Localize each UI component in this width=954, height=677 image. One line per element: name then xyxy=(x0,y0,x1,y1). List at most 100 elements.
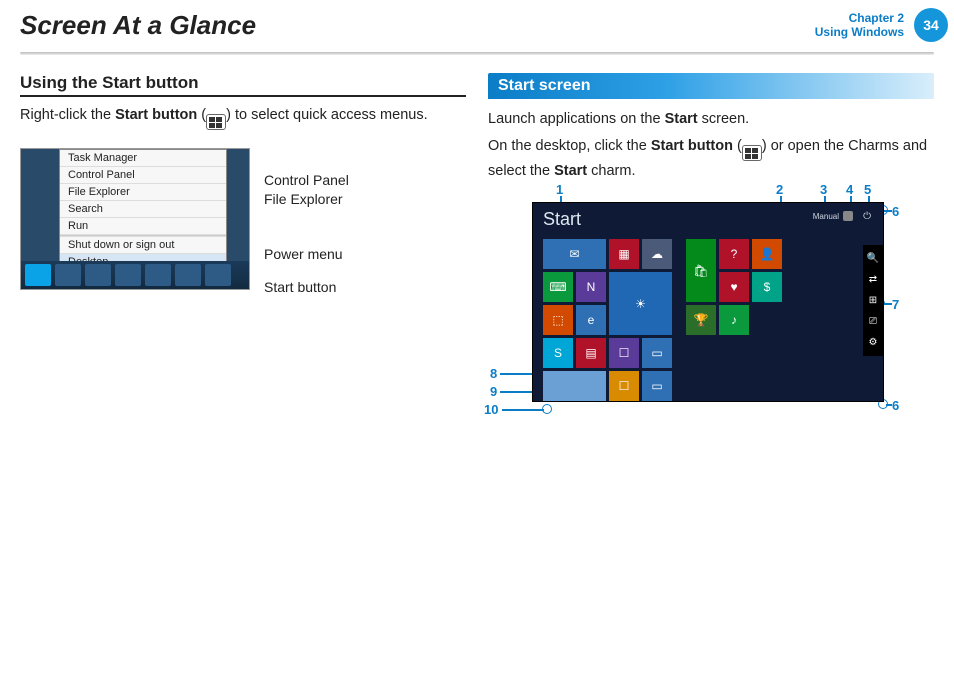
user-account: Manual xyxy=(813,211,853,221)
quick-access-screenshot: Task Manager Control Panel File Explorer… xyxy=(20,148,250,290)
taskbar-icon xyxy=(205,264,231,286)
tile-help: ? xyxy=(719,239,749,269)
tile-photo xyxy=(543,371,606,401)
callout-labels: Control Panel File Explorer Power menu S… xyxy=(264,148,349,296)
tile-weather: ☀ xyxy=(609,272,672,335)
start-screen-screenshot: Start Manual ⏻ ✉ ▦ ☁ ⌨ N ☀ xyxy=(532,202,884,402)
tile: 👤 xyxy=(752,239,782,269)
section-heading-start-screen: Start screen xyxy=(488,73,934,99)
windows-logo-icon xyxy=(206,114,226,130)
chapter-name: Using Windows xyxy=(815,25,904,39)
taskbar-icon xyxy=(175,264,201,286)
tile-group: ✉ ▦ ☁ ⌨ N ☀ ⬚ e S ▤ ☐ ▭ xyxy=(543,239,672,401)
start-charm-icon: ⊞ xyxy=(869,295,877,306)
page-number-badge: 34 xyxy=(914,8,948,42)
tile: ▭ xyxy=(642,371,672,401)
leader-line xyxy=(884,303,892,305)
taskbar-icon xyxy=(55,264,81,286)
taskbar-icon xyxy=(85,264,111,286)
menu-item: File Explorer xyxy=(60,184,226,201)
callout-number: 6 xyxy=(892,204,899,219)
tile: ▭ xyxy=(642,338,672,368)
avatar-icon xyxy=(843,211,853,221)
start-button-figure: Task Manager Control Panel File Explorer… xyxy=(20,148,466,296)
start-button-icon xyxy=(25,264,51,286)
callout-number: 5 xyxy=(864,182,871,197)
callout-number: 9 xyxy=(490,384,497,399)
start-screen-p1: Launch applications on the Start screen. xyxy=(488,109,934,130)
menu-item: Control Panel xyxy=(60,167,226,184)
leader-ring xyxy=(542,404,552,414)
text: charm. xyxy=(587,163,635,179)
tile: ♪ xyxy=(719,305,749,335)
menu-item: Shut down or sign out xyxy=(60,237,226,254)
section-heading-start-button: Using the Start button xyxy=(20,73,466,97)
tile-group: 🛍 ? 👤 ♥ $ 🏆 ♪ xyxy=(686,239,782,401)
tile-groups: ✉ ▦ ☁ ⌨ N ☀ ⬚ e S ▤ ☐ ▭ xyxy=(543,239,782,401)
callout-number: 1 xyxy=(556,182,563,197)
user-name: Manual xyxy=(813,212,839,221)
tile: 🏆 xyxy=(686,305,716,335)
right-column: Start screen Launch applications on the … xyxy=(488,73,934,432)
callout-label: Control Panel xyxy=(264,173,349,187)
manual-page: Screen At a Glance Chapter 2 Using Windo… xyxy=(0,0,954,677)
start-screen-p2: On the desktop, click the Start button (… xyxy=(488,136,934,182)
tile-skype: S xyxy=(543,338,573,368)
callout-number: 4 xyxy=(846,182,853,197)
tile: ☐ xyxy=(609,371,639,401)
taskbar-icon xyxy=(145,264,171,286)
leader-line xyxy=(502,409,544,411)
text: screen. xyxy=(698,111,750,127)
taskbar xyxy=(21,261,249,289)
tile-mail: ✉ xyxy=(543,239,606,269)
callout-number: 6 xyxy=(892,398,899,413)
tile: ♥ xyxy=(719,272,749,302)
start-screen-figure: 1 2 3 4 5 6 7 8 9 10 6 xyxy=(488,182,934,432)
tile: ▦ xyxy=(609,239,639,269)
tile: e xyxy=(576,305,606,335)
taskbar-icon xyxy=(115,264,141,286)
settings-icon: ⚙ xyxy=(869,337,878,348)
charms-bar: 🔍 ⇄ ⊞ ⎚ ⚙ xyxy=(863,245,883,356)
quick-access-menu: Task Manager Control Panel File Explorer… xyxy=(59,149,227,271)
search-icon: 🔍 xyxy=(867,253,879,264)
menu-item: Task Manager xyxy=(60,150,226,167)
callout-number: 8 xyxy=(490,366,497,381)
chapter-number: Chapter 2 xyxy=(815,11,904,25)
menu-item: Run xyxy=(60,218,226,235)
tile: ☁ xyxy=(642,239,672,269)
leader-line xyxy=(884,210,892,212)
tile: ⬚ xyxy=(543,305,573,335)
text-bold: Start button xyxy=(115,107,197,123)
text: On the desktop, click the xyxy=(488,138,651,154)
tile: ☐ xyxy=(609,338,639,368)
menu-item: Search xyxy=(60,201,226,218)
devices-icon: ⎚ xyxy=(869,316,877,327)
start-button-paragraph: Right-click the Start button () to selec… xyxy=(20,105,466,130)
leader-line xyxy=(886,404,892,406)
text: Right-click the xyxy=(20,107,115,123)
page-header: Screen At a Glance Chapter 2 Using Windo… xyxy=(0,0,954,42)
callout-number: 10 xyxy=(484,402,498,417)
windows-logo-icon xyxy=(742,145,762,161)
callout-number: 7 xyxy=(892,297,899,312)
left-column: Using the Start button Right-click the S… xyxy=(20,73,466,432)
callout-label: Power menu xyxy=(264,247,343,261)
text-bold: Start xyxy=(665,111,698,127)
tile: N xyxy=(576,272,606,302)
tile: ▤ xyxy=(576,338,606,368)
tile: ⌨ xyxy=(543,272,573,302)
start-screen-label: Start xyxy=(543,209,581,230)
chapter-meta: Chapter 2 Using Windows xyxy=(815,11,908,40)
text: Launch applications on the xyxy=(488,111,665,127)
callout-number: 3 xyxy=(820,182,827,197)
share-icon: ⇄ xyxy=(869,274,877,285)
power-icon: ⏻ xyxy=(863,211,871,222)
text: to select quick access menus. xyxy=(231,107,428,123)
callout-label: File Explorer xyxy=(264,192,343,206)
page-title: Screen At a Glance xyxy=(20,10,815,41)
text-bold: Start xyxy=(554,163,587,179)
callout-number: 2 xyxy=(776,182,783,197)
callout-label: Start button xyxy=(264,280,336,294)
tile: $ xyxy=(752,272,782,302)
